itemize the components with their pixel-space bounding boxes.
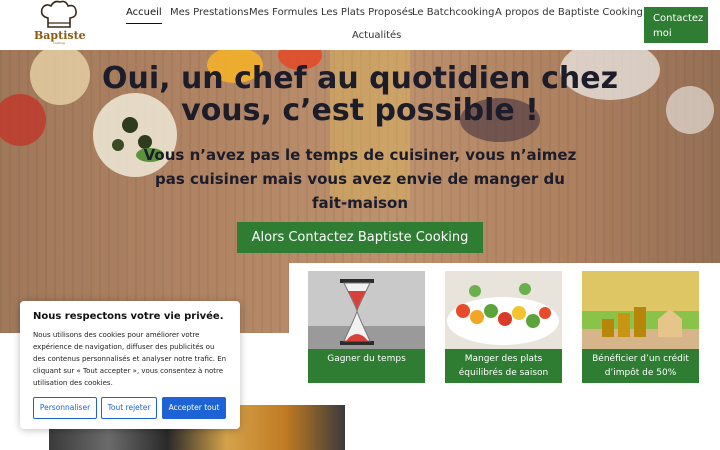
contact-button[interactable]: Contactez moi (644, 7, 708, 43)
nav-item-plats-proposes[interactable]: Les Plats Proposés (321, 7, 413, 18)
site-header: Baptiste cooking Accueil Mes Prestations… (0, 0, 720, 50)
contact-cta-button[interactable]: Alors Contactez Baptiste Cooking (237, 222, 483, 253)
nav-item-mes-formules[interactable]: Mes Formules (249, 7, 318, 18)
logo-tagline: cooking (53, 41, 65, 45)
chef-hat-icon (40, 0, 77, 28)
vegetable-skewers-image (445, 271, 562, 349)
cookie-buttons: Personnaliser Tout rejeter Accepter tout (33, 397, 227, 419)
customize-cookies-button[interactable]: Personnaliser (33, 397, 97, 419)
feature-caption-tax-credit: Bénéficier d’un crédit d’impôt de 50% (582, 349, 699, 383)
feature-caption-time: Gagner du temps (308, 349, 425, 383)
cookie-title: Nous respectons votre vie privée. (33, 311, 224, 322)
feature-card-tax-credit[interactable]: Bénéficier d’un crédit d’impôt de 50% (582, 271, 699, 383)
feature-caption-healthy: Manger des plats équilibrés de saison (445, 349, 562, 383)
cookie-consent-banner: Nous respectons votre vie privée. Nous u… (20, 301, 240, 429)
hourglass-image (308, 271, 425, 349)
baptiste-logo[interactable]: Baptiste cooking (34, 0, 86, 48)
nav-item-a-propos[interactable]: A propos de Baptiste Cooking (495, 7, 643, 18)
features-section: Gagner du temps Manger des plats équilib… (289, 263, 720, 450)
coins-house-image (582, 271, 699, 349)
feature-card-time[interactable]: Gagner du temps (308, 271, 425, 383)
cookie-text: Nous utilisons des cookies pour améliore… (33, 331, 227, 387)
feature-card-healthy[interactable]: Manger des plats équilibrés de saison (445, 271, 562, 383)
nav-item-actualites[interactable]: Actualités (352, 30, 401, 41)
reject-all-button[interactable]: Tout rejeter (101, 397, 157, 419)
nav-item-mes-prestations[interactable]: Mes Prestations (170, 7, 249, 18)
accept-all-button[interactable]: Accepter tout (162, 397, 226, 419)
hero-title: Oui, un chef au quotidien chez vous, c’e… (101, 61, 619, 128)
nav-item-batchcooking[interactable]: Le Batchcooking (412, 7, 494, 18)
nav-item-accueil[interactable]: Accueil (126, 7, 162, 24)
hero-subtitle: Vous n’avez pas le temps de cuisiner, vo… (143, 146, 577, 212)
